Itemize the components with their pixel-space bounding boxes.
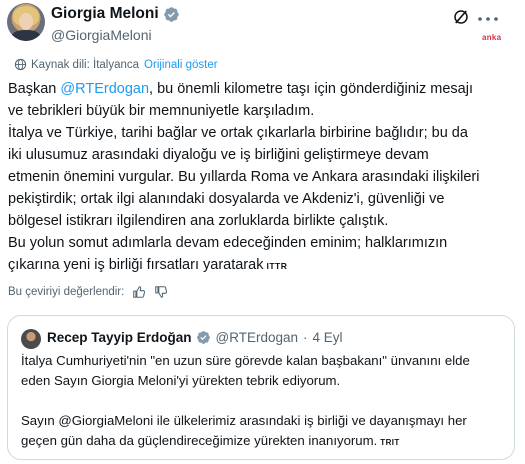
quote-body-text: İtalya Cumhuriyeti'nin "en uzun süre gör… [21, 353, 470, 448]
rate-translation: Bu çeviriyi değerlendir: [8, 285, 168, 299]
watermark-logo: anka [482, 33, 502, 42]
grok-icon[interactable] [452, 8, 470, 26]
quote-body: İtalya Cumhuriyeti'nin "en uzun süre gör… [21, 351, 501, 453]
rate-translation-label: Bu çeviriyi değerlendir: [8, 286, 125, 298]
body-text-part: Başkan [8, 81, 61, 97]
thumb-down-icon[interactable] [154, 285, 168, 299]
quote-author-handle[interactable]: @RTErdogan [216, 330, 299, 345]
source-language-label: Kaynak dili: İtalyanca [31, 58, 140, 71]
author-name[interactable]: Giorgia Meloni [51, 5, 159, 23]
translation-flag: ITTR [266, 261, 288, 271]
show-original-link[interactable]: Orijinali göster [144, 59, 218, 71]
author-handle[interactable]: @GiorgiaMeloni [51, 27, 152, 43]
body-text-part: , bu önemli kilometre taşı için gönderdi… [8, 81, 480, 273]
tweet-body: Başkan @RTErdogan, bu önemli kilometre t… [8, 78, 520, 277]
thumb-up-icon[interactable] [132, 285, 146, 299]
quote-author-avatar[interactable] [21, 329, 41, 349]
quote-author-name[interactable]: Recep Tayyip Erdoğan [47, 330, 192, 345]
verified-badge-icon [163, 6, 179, 22]
separator-dot: · [303, 330, 308, 345]
translation-notice: Kaynak dili: İtalyanca Orijinali göster [14, 58, 218, 71]
author-name-row: Giorgia Meloni [51, 5, 180, 23]
mention-link[interactable]: @RTErdogan [60, 81, 149, 97]
quote-header: Recep Tayyip Erdoğan @RTErdogan · 4 Eyl [47, 330, 343, 345]
verified-badge-icon [196, 331, 210, 344]
quoted-tweet-card[interactable]: Recep Tayyip Erdoğan @RTErdogan · 4 Eyl … [7, 315, 515, 460]
globe-icon [14, 58, 27, 71]
more-icon[interactable] [477, 16, 499, 22]
translation-flag: TRIT [380, 438, 400, 447]
author-avatar[interactable] [7, 3, 45, 41]
quote-date[interactable]: 4 Eyl [313, 330, 343, 345]
